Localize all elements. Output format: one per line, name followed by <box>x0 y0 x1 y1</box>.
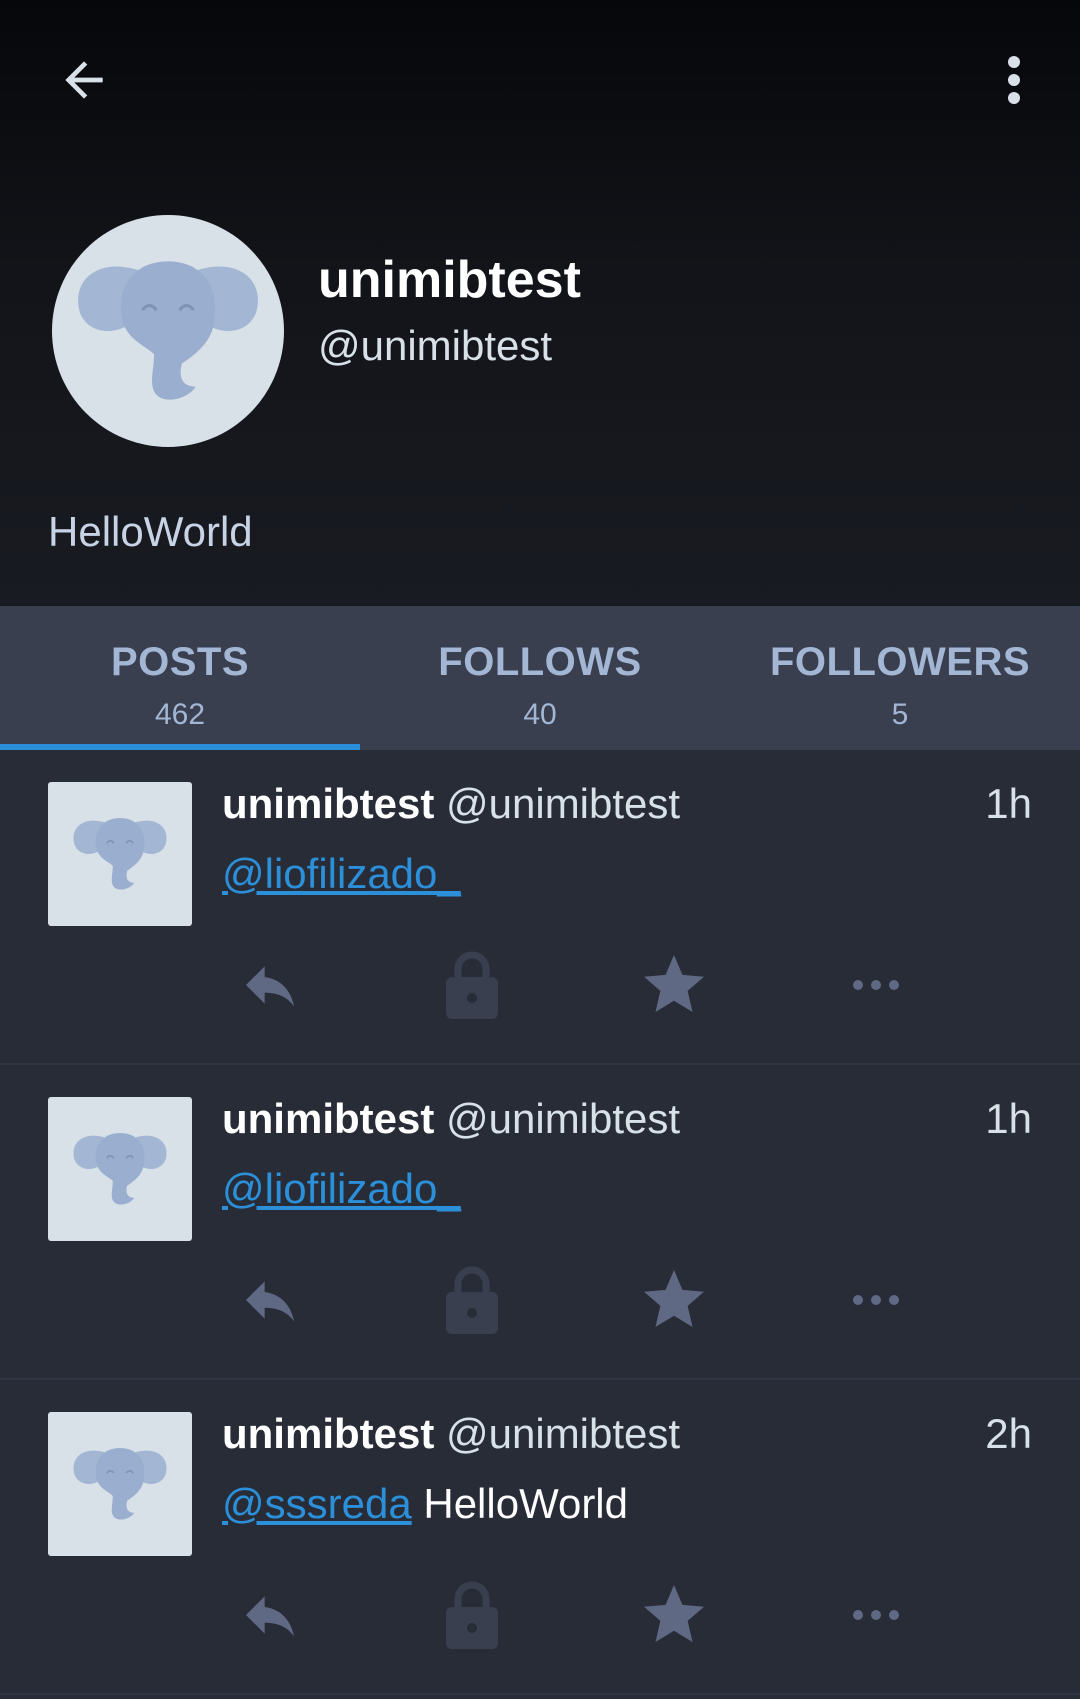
privacy-button[interactable] <box>427 1570 517 1660</box>
post-actions <box>0 1570 1080 1660</box>
post-avatar[interactable] <box>48 782 192 926</box>
post-header: unimibtest @unimibtest <box>222 780 680 828</box>
star-icon <box>644 1585 704 1642</box>
privacy-button[interactable] <box>427 1255 517 1345</box>
profile-avatar[interactable] <box>52 215 284 447</box>
favourite-button[interactable] <box>629 1570 719 1660</box>
elephant-avatar-icon <box>73 1133 167 1205</box>
tab-posts[interactable]: POSTS 462 <box>0 606 360 750</box>
post-content: @sssreda HelloWorld <box>222 1480 628 1528</box>
reply-button[interactable] <box>225 1570 315 1660</box>
post-feed: unimibtest @unimibtest 1h @liofilizado_ <box>0 750 1080 1695</box>
post-author-name[interactable]: unimibtest <box>222 780 434 827</box>
reply-button[interactable] <box>225 1255 315 1345</box>
elephant-avatar-icon <box>78 261 258 400</box>
post-author-handle: @unimibtest <box>446 780 681 827</box>
more-horizontal-icon <box>853 1610 899 1620</box>
more-vertical-icon <box>1008 56 1020 104</box>
post-content: @liofilizado_ <box>222 850 461 898</box>
post-item[interactable]: unimibtest @unimibtest 1h @liofilizado_ <box>0 750 1080 1065</box>
post-actions <box>0 1255 1080 1345</box>
back-button[interactable] <box>52 48 116 112</box>
post-author-handle: @unimibtest <box>446 1095 681 1142</box>
more-button[interactable] <box>831 940 921 1030</box>
profile-bio: HelloWorld <box>48 508 253 555</box>
post-header: unimibtest @unimibtest <box>222 1095 680 1143</box>
post-item[interactable]: unimibtest @unimibtest 2h @sssreda Hello… <box>0 1380 1080 1695</box>
more-horizontal-icon <box>853 1295 899 1305</box>
tab-follows[interactable]: FOLLOWS 40 <box>360 606 720 750</box>
post-actions <box>0 940 1080 1030</box>
post-author-name[interactable]: unimibtest <box>222 1095 434 1142</box>
reply-icon <box>246 966 294 1007</box>
more-button[interactable] <box>831 1255 921 1345</box>
post-content: @liofilizado_ <box>222 1165 461 1213</box>
profile-header: unimibtest @unimibtest HelloWorld <box>0 0 1080 606</box>
reply-icon <box>246 1281 294 1322</box>
privacy-button[interactable] <box>427 940 517 1030</box>
tab-label: FOLLOWS <box>438 640 642 684</box>
elephant-avatar-icon <box>73 1448 167 1520</box>
post-avatar[interactable] <box>48 1412 192 1556</box>
star-icon <box>644 955 704 1012</box>
lock-icon <box>446 951 498 1019</box>
more-button[interactable] <box>831 1570 921 1660</box>
post-author-name[interactable]: unimibtest <box>222 1410 434 1457</box>
post-avatar[interactable] <box>48 1097 192 1241</box>
post-header: unimibtest @unimibtest <box>222 1410 680 1458</box>
mention-link[interactable]: @liofilizado_ <box>222 850 461 897</box>
overflow-menu-button[interactable] <box>984 48 1044 112</box>
more-horizontal-icon <box>853 980 899 990</box>
tab-label: FOLLOWERS <box>769 640 1031 684</box>
arrow-left-icon <box>65 61 103 99</box>
tab-count: 462 <box>154 698 206 731</box>
reply-button[interactable] <box>225 940 315 1030</box>
profile-tabs: POSTS 462 FOLLOWS 40 FOLLOWERS 5 <box>0 606 1080 750</box>
reply-icon <box>246 1596 294 1637</box>
favourite-button[interactable] <box>629 1255 719 1345</box>
star-icon <box>644 1270 704 1327</box>
lock-icon <box>446 1581 498 1649</box>
post-text: HelloWorld <box>411 1480 628 1527</box>
profile-handle: @unimibtest <box>318 322 553 369</box>
lock-icon <box>446 1266 498 1334</box>
tab-count: 5 <box>891 698 909 731</box>
tab-followers[interactable]: FOLLOWERS 5 <box>720 606 1080 750</box>
post-author-handle: @unimibtest <box>446 1410 681 1457</box>
post-item[interactable]: unimibtest @unimibtest 1h @liofilizado_ <box>0 1065 1080 1380</box>
post-timestamp: 2h <box>985 1410 1032 1457</box>
mention-link[interactable]: @liofilizado_ <box>222 1165 461 1212</box>
tab-label: POSTS <box>110 640 250 684</box>
tab-count: 40 <box>523 698 557 731</box>
favourite-button[interactable] <box>629 940 719 1030</box>
elephant-avatar-icon <box>73 818 167 890</box>
post-timestamp: 1h <box>985 1095 1032 1142</box>
top-bar <box>0 0 1080 160</box>
mention-link[interactable]: @sssreda <box>222 1480 412 1527</box>
post-timestamp: 1h <box>985 780 1032 827</box>
profile-display-name: unimibtest <box>318 251 581 309</box>
